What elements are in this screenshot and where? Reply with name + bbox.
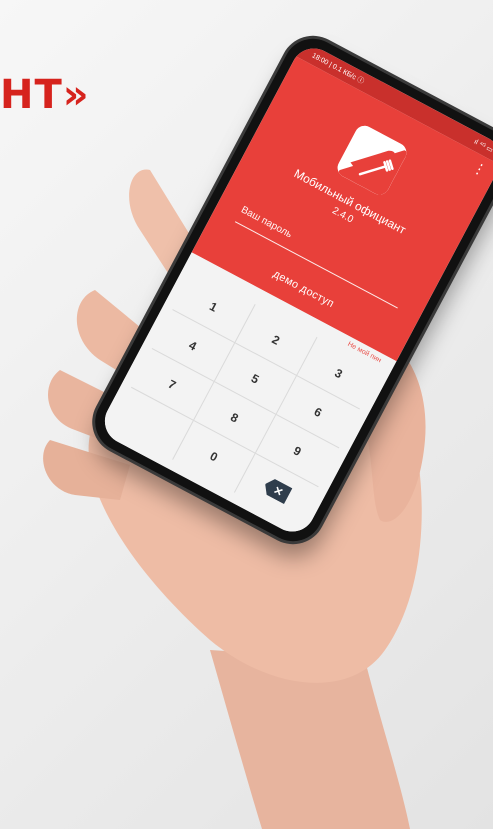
password-label: Ваш пароль bbox=[239, 204, 294, 241]
more-vert-icon[interactable]: ⋮ bbox=[470, 158, 490, 179]
backspace-icon: ✕ bbox=[261, 476, 292, 504]
knife-fork-icon bbox=[334, 122, 410, 199]
